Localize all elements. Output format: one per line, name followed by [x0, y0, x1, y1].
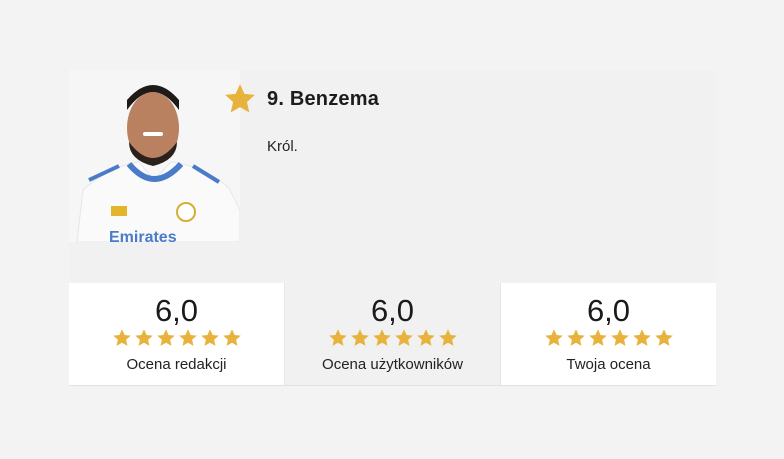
star-icon	[416, 329, 435, 346]
users-rating-value: 6,0	[370, 293, 415, 328]
star-icon[interactable]	[588, 328, 608, 348]
star-icon	[438, 329, 457, 346]
your-rating-stars[interactable]	[501, 328, 716, 348]
editor-rating-label: Ocena redakcji	[126, 356, 227, 373]
star-icon	[156, 329, 175, 346]
star-icon	[350, 329, 369, 346]
star-icon	[112, 329, 131, 346]
star-icon	[222, 329, 241, 346]
your-rating-label: Twoja ocena	[566, 356, 651, 373]
your-rating[interactable]: 6,0 Twoja ocena	[501, 283, 716, 385]
player-description: Król.	[267, 138, 298, 155]
star-icon[interactable]	[632, 328, 652, 348]
star-icon[interactable]	[654, 328, 674, 348]
star-icon	[328, 329, 347, 346]
star-icon[interactable]	[566, 328, 586, 348]
users-rating: 6,0 Ocena użytkowników	[285, 283, 501, 385]
sponsor-text: Emirates	[109, 229, 177, 242]
editor-rating-stars	[69, 328, 284, 348]
player-name: 9. Benzema	[267, 88, 380, 110]
editor-rating: 6,0 Ocena redakcji	[69, 283, 285, 385]
star-icon	[394, 329, 413, 346]
ratings-row: 6,0 Ocena redakcji 6,0 Ocena użytkownikó…	[69, 283, 716, 386]
player-photo: Emirates	[69, 70, 240, 242]
users-rating-label: Ocena użytkowników	[322, 356, 463, 373]
star-icon	[178, 329, 197, 346]
player-card: Emirates 9. Benzema Król.	[69, 70, 716, 282]
star-icon	[134, 329, 153, 346]
star-icon[interactable]	[610, 328, 630, 348]
star-icon	[225, 84, 255, 113]
star-icon[interactable]	[544, 328, 564, 348]
star-icon	[372, 329, 391, 346]
users-rating-stars	[285, 328, 500, 348]
your-rating-value: 6,0	[586, 293, 631, 328]
star-icon	[200, 329, 219, 346]
editor-rating-value: 6,0	[154, 293, 199, 328]
